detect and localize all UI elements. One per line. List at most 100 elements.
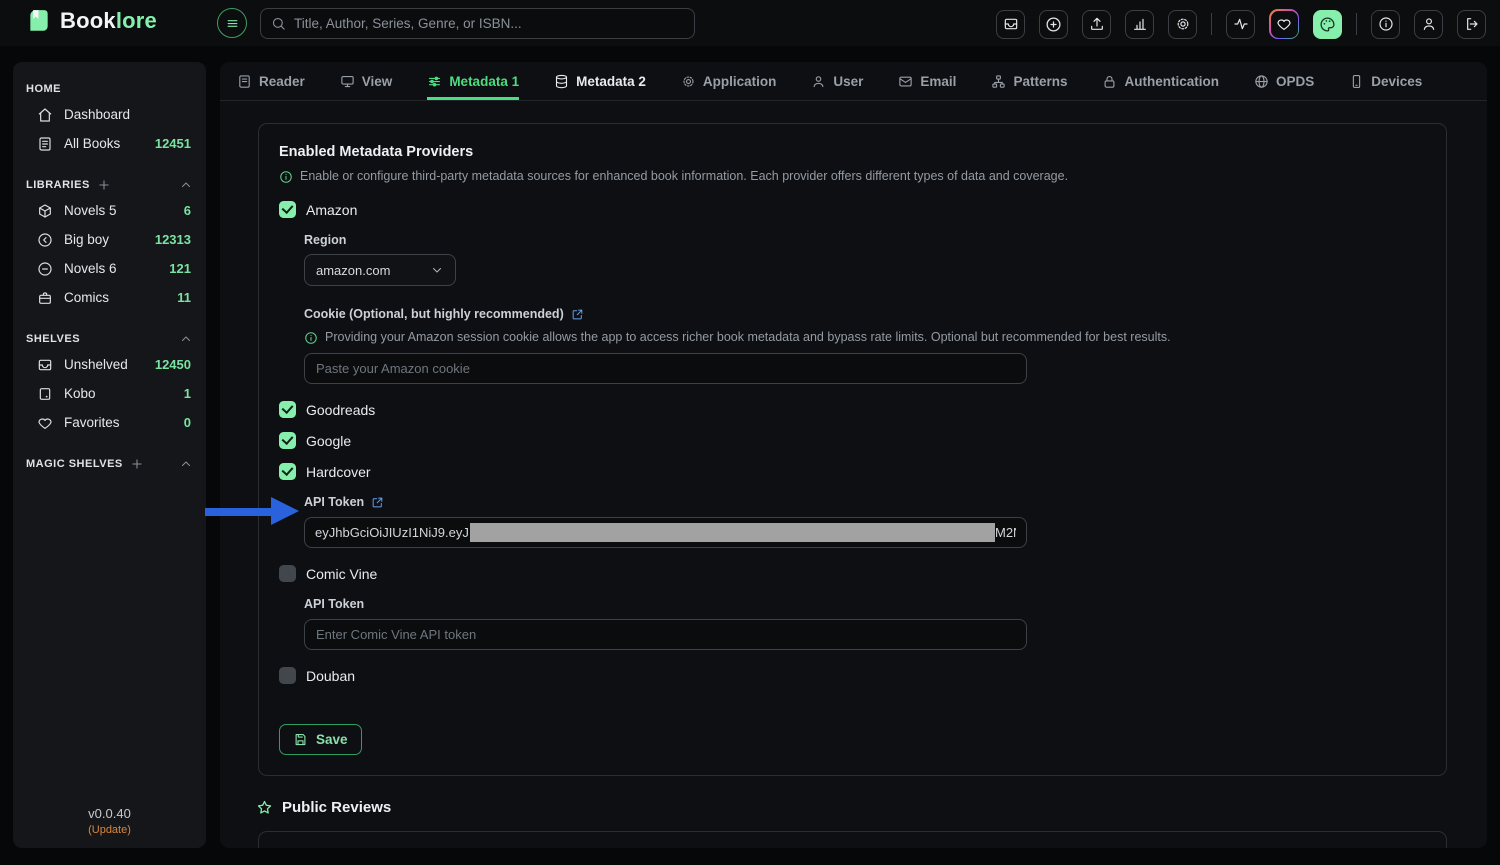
book-icon — [37, 136, 53, 152]
hardcover-api-token-input[interactable]: eyJhbGciOiJIUzI1NiJ9.eyJ M2N — [304, 517, 1027, 548]
version-label: v0.0.40 — [13, 806, 206, 821]
booklore-logo-icon — [26, 8, 52, 34]
amazon-region-select[interactable]: amazon.com — [304, 254, 456, 286]
add-magic-shelf-icon[interactable] — [130, 457, 144, 471]
hardcover-checkbox-row[interactable]: Hardcover — [279, 463, 1426, 480]
tab-opds[interactable]: OPDS — [1254, 62, 1314, 100]
hardcover-api-token-label: API Token — [304, 495, 1426, 509]
sidebar-item-favorites[interactable]: Favorites 0 — [26, 408, 193, 437]
external-link-icon[interactable] — [571, 308, 584, 321]
info-icon — [1378, 16, 1394, 32]
sidebar-item-novels6[interactable]: Novels 6 121 — [26, 254, 193, 283]
save-button[interactable]: Save — [279, 724, 362, 755]
globe-icon — [1254, 74, 1269, 89]
pulse-icon — [1233, 16, 1249, 32]
mail-inbox-icon — [1003, 16, 1019, 32]
sidebar-item-unshelved[interactable]: Unshelved 12450 — [26, 350, 193, 379]
public-reviews-heading: Public Reviews — [256, 799, 1467, 816]
save-icon — [293, 732, 308, 747]
hardcover-checkbox[interactable] — [279, 463, 296, 480]
amazon-cookie-hint: Providing your Amazon session cookie all… — [304, 330, 1426, 345]
sidebar-item-novels5[interactable]: Novels 5 6 — [26, 196, 193, 225]
star-icon — [256, 799, 273, 816]
tab-metadata-1[interactable]: Metadata 1 — [427, 62, 519, 100]
comicvine-api-token-input[interactable] — [304, 619, 1027, 650]
comicvine-checkbox[interactable] — [279, 565, 296, 582]
douban-checkbox[interactable] — [279, 667, 296, 684]
favorites-button[interactable] — [1269, 9, 1299, 39]
briefcase-icon — [37, 290, 53, 306]
amazon-cookie-input[interactable] — [304, 353, 1027, 384]
settings-button[interactable] — [1168, 10, 1197, 39]
upload-button[interactable] — [1082, 10, 1111, 39]
topbar-divider — [1211, 13, 1212, 35]
add-library-icon[interactable] — [97, 178, 111, 192]
email-book-button[interactable] — [996, 10, 1025, 39]
sidebar-item-bigboy[interactable]: Big boy 12313 — [26, 225, 193, 254]
sidebar-header-magic-shelves: MAGIC SHELVES — [26, 453, 193, 475]
global-search[interactable] — [260, 8, 695, 39]
google-checkbox[interactable] — [279, 432, 296, 449]
account-button[interactable] — [1414, 10, 1443, 39]
minus-circle-icon — [37, 261, 53, 277]
tab-patterns[interactable]: Patterns — [991, 62, 1067, 100]
shelves-header-label: SHELVES — [26, 333, 80, 345]
cube-icon — [37, 203, 53, 219]
tab-view[interactable]: View — [340, 62, 393, 100]
app-logo: Booklore — [26, 8, 157, 34]
tab-authentication[interactable]: Authentication — [1102, 62, 1219, 100]
sidebar-item-dashboard[interactable]: Dashboard — [26, 100, 193, 129]
search-input[interactable] — [294, 16, 684, 31]
sitemap-icon — [991, 74, 1006, 89]
device-square-icon — [37, 386, 53, 402]
google-checkbox-row[interactable]: Google — [279, 432, 1426, 449]
sidebar-item-kobo[interactable]: Kobo 1 — [26, 379, 193, 408]
redaction-overlay — [470, 523, 995, 542]
sidebar-header-shelves: SHELVES — [26, 328, 193, 350]
sidebar-item-all-books[interactable]: All Books 12451 — [26, 129, 193, 158]
count-badge: 0 — [184, 415, 193, 430]
update-link[interactable]: (Update) — [13, 824, 206, 836]
sidebar-toggle-button[interactable] — [217, 8, 247, 38]
collapse-libraries-icon[interactable] — [179, 178, 193, 192]
region-label: Region — [304, 233, 1426, 247]
sidebar-item-comics[interactable]: Comics 11 — [26, 283, 193, 312]
magic-shelves-header-label: MAGIC SHELVES — [26, 458, 123, 470]
home-icon — [37, 107, 53, 123]
home-header-label: HOME — [26, 83, 61, 95]
theme-button[interactable] — [1313, 10, 1342, 39]
tab-metadata-2[interactable]: Metadata 2 — [554, 62, 646, 100]
goodreads-checkbox-row[interactable]: Goodreads — [279, 401, 1426, 418]
tab-application[interactable]: Application — [681, 62, 777, 100]
providers-card-title: Enabled Metadata Providers — [279, 144, 1426, 160]
libraries-header-label: LIBRARIES — [26, 179, 90, 191]
count-badge: 121 — [169, 261, 193, 276]
top-bar: Booklore — [0, 0, 1500, 46]
amazon-cookie-label: Cookie (Optional, but highly recommended… — [304, 307, 1426, 321]
monitor-icon — [340, 74, 355, 89]
public-reviews-card: Download Public Reviews Enable downloadi… — [258, 831, 1447, 848]
external-link-icon[interactable] — [371, 496, 384, 509]
version-info: v0.0.40 (Update) — [13, 806, 206, 836]
amazon-checkbox[interactable] — [279, 201, 296, 218]
about-button[interactable] — [1371, 10, 1400, 39]
tab-email[interactable]: Email — [898, 62, 956, 100]
gear-icon — [681, 74, 696, 89]
tab-reader[interactable]: Reader — [237, 62, 305, 100]
amazon-checkbox-row[interactable]: Amazon — [279, 201, 1426, 218]
douban-checkbox-row[interactable]: Douban — [279, 667, 1426, 684]
goodreads-checkbox[interactable] — [279, 401, 296, 418]
info-icon — [279, 170, 293, 184]
stats-button[interactable] — [1125, 10, 1154, 39]
app-title: Booklore — [60, 8, 157, 34]
upload-icon — [1089, 16, 1105, 32]
activity-button[interactable] — [1226, 10, 1255, 39]
tab-devices[interactable]: Devices — [1349, 62, 1422, 100]
collapse-magic-shelves-icon[interactable] — [179, 457, 193, 471]
tab-user[interactable]: User — [811, 62, 863, 100]
collapse-shelves-icon[interactable] — [179, 332, 193, 346]
comicvine-checkbox-row[interactable]: Comic Vine — [279, 565, 1426, 582]
logout-button[interactable] — [1457, 10, 1486, 39]
add-button[interactable] — [1039, 10, 1068, 39]
comicvine-api-token-label: API Token — [304, 597, 1426, 611]
